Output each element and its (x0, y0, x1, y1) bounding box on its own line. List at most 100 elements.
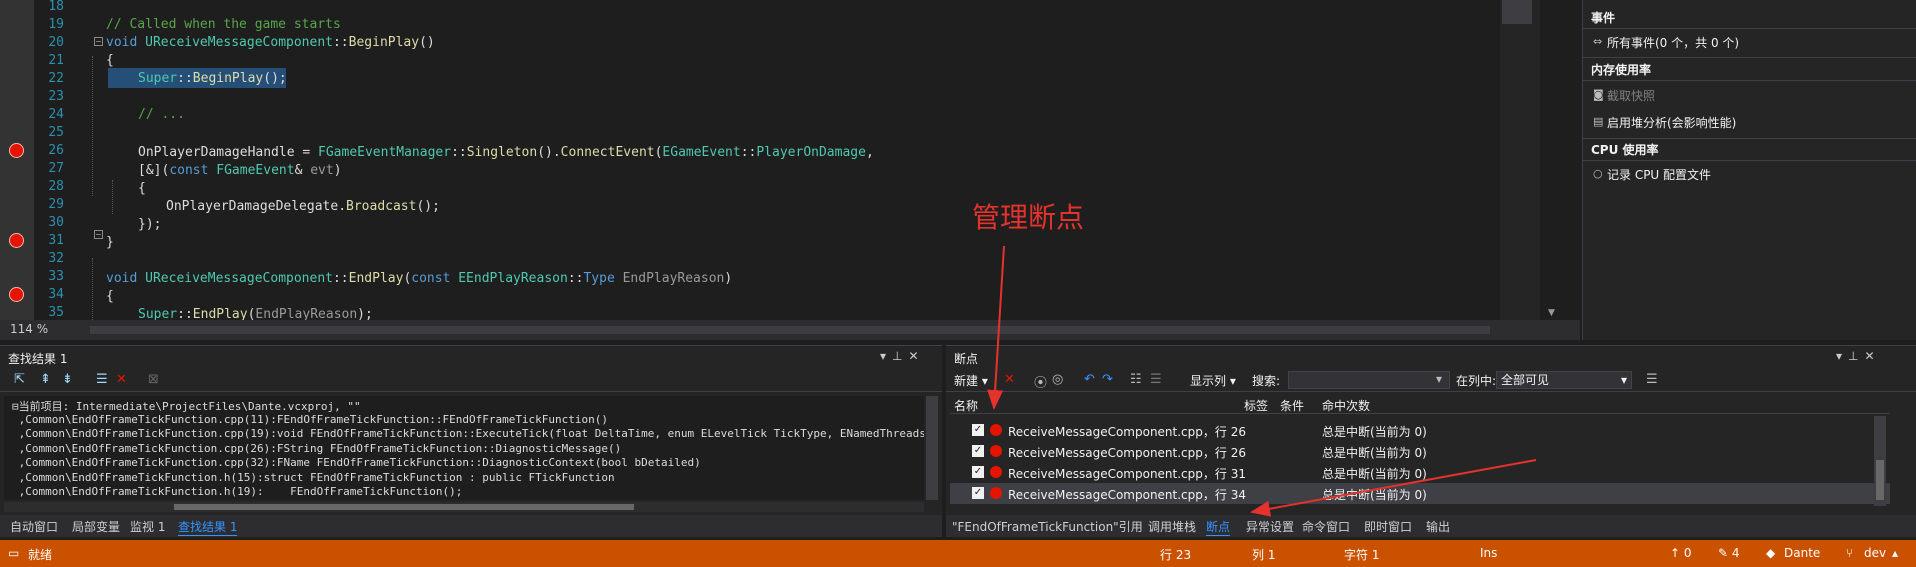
take-snapshot-button[interactable]: 截取快照 (1607, 87, 1655, 104)
stop-search-icon[interactable]: ⊠ (148, 372, 159, 387)
result-line[interactable]: ,Common\EndOfFrameTickFunction.cpp(11):F… (12, 413, 608, 426)
result-line[interactable]: ,Common\EndOfFrameTickFunction.h(19): FE… (12, 485, 463, 498)
new-breakpoint-button[interactable]: 新建 ▾ (954, 372, 988, 389)
scrollbar-thumb[interactable] (174, 504, 634, 510)
status-row[interactable]: 行 23 (1160, 546, 1191, 563)
delete-breakpoint-icon[interactable]: ✕ (1004, 372, 1015, 387)
toggle-all-icon[interactable]: ◎ (1052, 372, 1063, 387)
code-line-19: // Called when the game starts (106, 16, 341, 34)
breakpoints-header: 名称 标签 条件 命中次数 (950, 394, 1890, 414)
goto-location-icon[interactable]: ⇱ (14, 372, 25, 387)
code-line-24: // ... (138, 106, 185, 124)
breakpoint-enabled-checkbox[interactable]: ✓ (972, 445, 984, 457)
editor-horizontal-scrollbar[interactable] (90, 326, 1490, 334)
result-line[interactable]: ,Common\EndOfFrameTickFunction.cpp(32):F… (12, 456, 701, 469)
tab-tabs_left-3[interactable]: 查找结果 1 (178, 518, 238, 536)
search-dropdown-icon[interactable]: ▾ (1436, 372, 1442, 386)
results-vertical-scrollbar[interactable] (926, 396, 938, 500)
clear-filter-icon[interactable]: ☰ (96, 372, 108, 387)
status-col[interactable]: 列 1 (1252, 546, 1275, 563)
search-input[interactable] (1288, 371, 1450, 389)
redo-icon[interactable]: ↷ (1102, 372, 1113, 387)
record-cpu-profile-button[interactable]: 记录 CPU 配置文件 (1607, 166, 1711, 183)
pin-icon[interactable]: ⊥ (892, 349, 908, 363)
breakpoint-glyph[interactable] (9, 287, 24, 302)
import-icon[interactable]: ☷ (1130, 372, 1142, 387)
breakpoint-enabled-checkbox[interactable]: ✓ (972, 424, 984, 436)
status-char[interactable]: 字符 1 (1344, 546, 1379, 563)
tab-tabs_right-1[interactable]: 调用堆栈 (1148, 518, 1196, 535)
breakpoint-row[interactable]: ✓ ReceiveMessageComponent.cpp，行 26 总是中断(当前… (950, 441, 1890, 462)
breakpoint-enabled-checkbox[interactable]: ✓ (972, 466, 984, 478)
breakpoint-margin[interactable] (0, 0, 34, 320)
code-function: Singleton (466, 145, 538, 160)
tab-tabs_right-0[interactable]: "FEndOfFrameTickFunction"引用 (952, 518, 1143, 535)
scroll-down-icon[interactable]: ▼ (1548, 308, 1555, 318)
tab-tabs_right-3[interactable]: 异常设置 (1246, 518, 1294, 535)
breakpoint-row[interactable]: ✓ ReceiveMessageComponent.cpp，行 34 总是中断(当前… (950, 483, 1890, 504)
tab-tabs_left-2[interactable]: 监视 1 (130, 518, 165, 535)
breakpoint-row[interactable]: ✓ ReceiveMessageComponent.cpp，行 26 总是中断(当前… (950, 420, 1890, 441)
result-line[interactable]: ,Common\EndOfFrameTickFunction.cpp(19):v… (12, 427, 924, 440)
col-hit-count[interactable]: 命中次数 (1322, 397, 1370, 414)
col-label[interactable]: 标签 (1244, 397, 1268, 414)
pin-icon[interactable]: ⊥ (1848, 349, 1864, 363)
in-column-select[interactable]: 全部可见 ▾ (1496, 371, 1632, 389)
editor-vertical-scrollbar[interactable]: ▼ (1540, 0, 1580, 320)
status-branch[interactable]: dev (1864, 546, 1886, 560)
result-line[interactable]: ,Common\EndOfFrameTickFunction.h(15):str… (12, 471, 615, 484)
show-columns-button[interactable]: 显示列 ▾ (1190, 372, 1236, 389)
tab-tabs_right-5[interactable]: 即时窗口 (1364, 518, 1412, 535)
code-function: BeginPlay (192, 71, 264, 86)
status-ins[interactable]: Ins (1480, 546, 1497, 560)
fold-toggle[interactable]: − (94, 37, 103, 46)
close-icon[interactable]: ✕ (908, 349, 924, 363)
breakpoint-hit-count: 总是中断(当前为 0) (1322, 425, 1427, 439)
code-editor[interactable]: 18 19 20 21 22 23 24 25 26 27 28 29 30 31 32 33 34 35 − −… (0, 0, 1580, 320)
line-number: 30 (48, 215, 64, 230)
panel-menu-icon[interactable]: ▾ (1836, 349, 1848, 363)
filter-icon[interactable]: ☰ (1646, 372, 1658, 387)
tab-tabs_left-0[interactable]: 自动窗口 (10, 518, 58, 535)
zoom-level[interactable]: 114 % (10, 322, 48, 336)
enable-heap-profiling-button[interactable]: 启用堆分析(会影响性能) (1607, 114, 1736, 131)
clear-all-icon[interactable]: ✕ (116, 372, 127, 387)
line-number: 22 (48, 71, 64, 86)
export-icon[interactable]: ☰ (1150, 372, 1162, 387)
tab-tabs_right-2[interactable]: 断点 (1206, 518, 1231, 536)
results-horizontal-scrollbar[interactable] (4, 502, 924, 512)
tab-tabs_right-4[interactable]: 命令窗口 (1302, 518, 1350, 535)
find-results-list[interactable]: ⊟当前项目: Intermediate\ProjectFiles\Dante.v… (4, 396, 924, 500)
editor-zoom-bar: 114 % (0, 320, 1580, 340)
panel-menu-icon[interactable]: ▾ (880, 349, 892, 363)
code-text: }); (138, 217, 162, 232)
find-results-panel: 查找结果 1 ▾⊥✕ ⇱ ⇞ ⇟ ☰ ✕ ⊠ ⊟当前项目: Intermedia… (0, 345, 942, 515)
line-number: 25 (48, 125, 64, 140)
code-text: { (138, 181, 146, 196)
status-repo[interactable]: Dante (1784, 546, 1820, 560)
previous-result-icon[interactable]: ⇞ (40, 372, 51, 387)
next-result-icon[interactable]: ⇟ (62, 372, 73, 387)
breakpoints-vertical-scrollbar[interactable] (1874, 416, 1886, 506)
branch-dropdown-icon[interactable]: ▴ (1892, 546, 1898, 560)
status-commits[interactable]: ↑ 0 (1670, 546, 1692, 560)
breakpoint-glyph[interactable] (9, 143, 24, 158)
all-events-link[interactable]: 所有事件(0 个，共 0 个) (1607, 34, 1739, 51)
status-ready: 就绪 (28, 548, 53, 562)
breakpoint-enabled-checkbox[interactable]: ✓ (972, 487, 984, 499)
line-number: 28 (48, 179, 64, 194)
fold-toggle[interactable]: − (94, 230, 103, 239)
breakpoint-glyph[interactable] (9, 233, 24, 248)
col-condition[interactable]: 条件 (1280, 397, 1304, 414)
col-name[interactable]: 名称 (954, 397, 978, 414)
tab-tabs_left-1[interactable]: 局部变量 (72, 518, 120, 535)
code-param: EndPlayReason (255, 307, 358, 320)
close-icon[interactable]: ✕ (1864, 349, 1880, 363)
status-changes[interactable]: ✎ 4 (1718, 546, 1740, 560)
delete-all-icon[interactable]: ⦿ (1034, 372, 1047, 391)
result-line[interactable]: ,Common\EndOfFrameTickFunction.cpp(26):F… (12, 442, 622, 455)
breakpoint-row[interactable]: ✓ ReceiveMessageComponent.cpp，行 31 总是中断(当前… (950, 462, 1890, 483)
undo-icon[interactable]: ↶ (1084, 372, 1095, 387)
code-minimap[interactable] (1500, 0, 1540, 320)
tab-tabs_right-6[interactable]: 输出 (1426, 518, 1450, 535)
